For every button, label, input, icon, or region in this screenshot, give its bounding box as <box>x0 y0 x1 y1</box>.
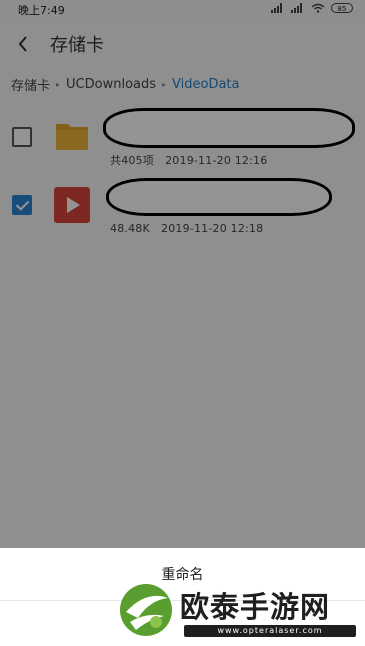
checkbox-checked[interactable] <box>12 195 32 215</box>
status-icons: 85 <box>271 3 353 13</box>
file-meta: 48.48K 2019-11-20 12:18 <box>110 222 263 235</box>
watermark-url: www.opteralaser.com <box>184 625 356 637</box>
back-arrow-icon <box>18 36 27 52</box>
file-row-video[interactable]: 48.48K 2019-11-20 12:18 <box>0 172 365 235</box>
file-date: 2019-11-20 12:16 <box>165 154 268 167</box>
file-info: 48.48K <box>110 222 150 235</box>
redacted-filename <box>106 178 332 216</box>
title-bar: 存储卡 <box>0 20 365 68</box>
breadcrumb-item-ucdownloads[interactable]: UCDownloads <box>66 77 156 92</box>
folder-icon <box>56 124 88 150</box>
file-info: 共405项 <box>110 154 154 167</box>
wifi-icon <box>311 3 325 13</box>
battery-icon: 85 <box>331 3 353 13</box>
file-meta: 共405项 2019-11-20 12:16 <box>110 152 267 168</box>
watermark: 欧泰手游网 www.opteralaser.com <box>116 578 361 642</box>
watermark-brand: 欧泰手游网 <box>180 590 331 624</box>
redacted-filename <box>103 108 355 148</box>
video-play-icon <box>54 187 90 223</box>
checkbox-unchecked[interactable] <box>12 127 32 147</box>
watermark-logo-icon <box>120 584 172 636</box>
file-date: 2019-11-20 12:18 <box>161 222 264 235</box>
breadcrumb-separator: ▸ <box>162 79 167 89</box>
back-button[interactable] <box>14 34 32 54</box>
status-time: 晚上7:49 <box>18 4 65 17</box>
breadcrumb-item-videodata[interactable]: VideoData <box>172 77 239 92</box>
status-bar: 晚上7:49 85 <box>0 0 365 20</box>
page-title: 存储卡 <box>50 35 104 56</box>
breadcrumb: 存储卡 ▸ UCDownloads ▸ VideoData <box>11 75 240 94</box>
breadcrumb-separator: ▸ <box>56 79 61 89</box>
signal-icon-2 <box>291 3 305 13</box>
file-row-folder[interactable]: 共405项 2019-11-20 12:16 <box>0 104 365 168</box>
breadcrumb-item-storage[interactable]: 存储卡 <box>11 75 50 94</box>
signal-icon <box>271 3 285 13</box>
